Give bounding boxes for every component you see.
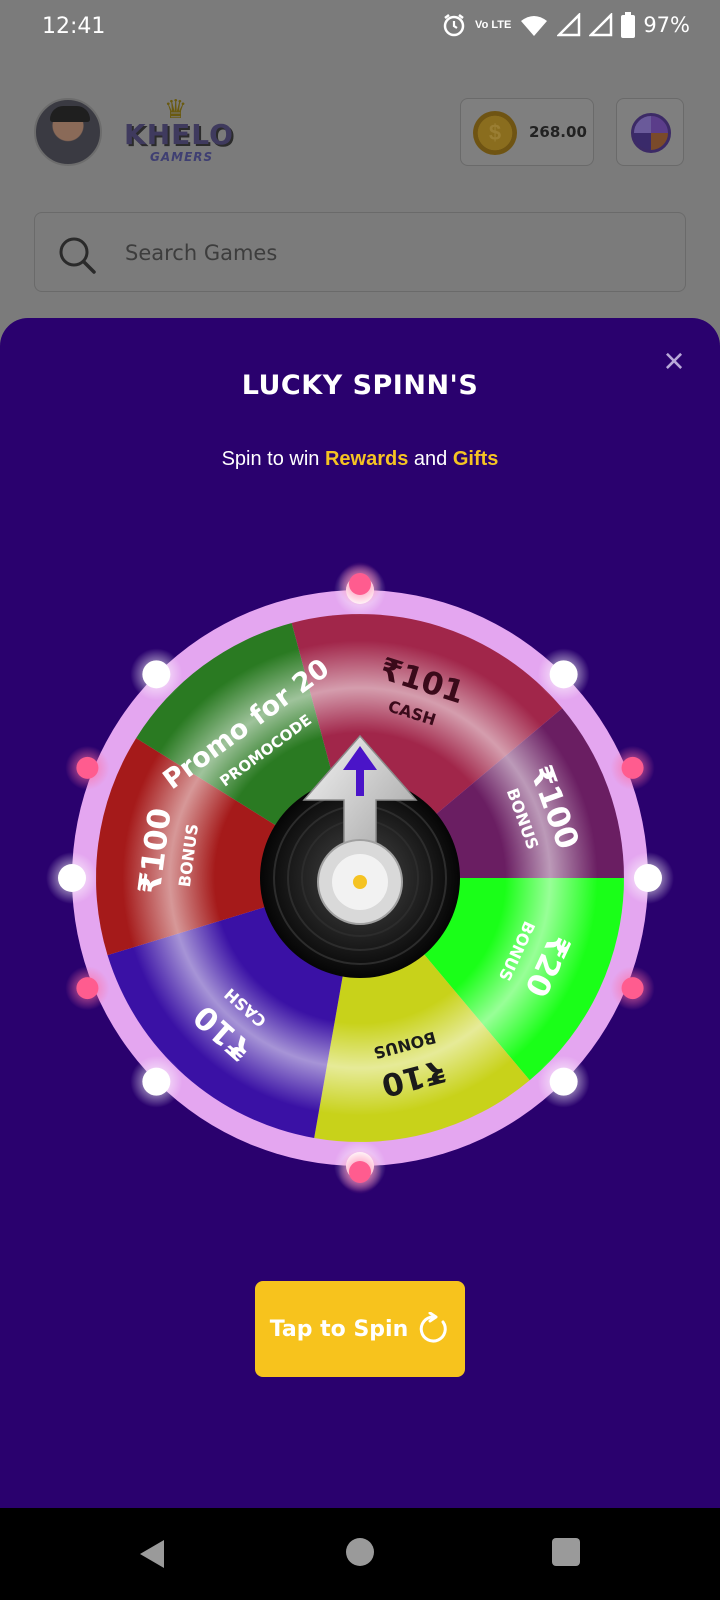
spin-wheel-graphic[interactable]: ₹101CASH₹100BONUS₹20BONUS₹10BONUS₹10CASH… — [0, 548, 720, 1208]
status-bar: 12:41 Vo LTE 97% — [0, 0, 720, 56]
refresh-icon — [420, 1312, 447, 1343]
tap-to-spin-button[interactable]: Tap to Spin — [255, 1281, 465, 1377]
pink-bulb — [349, 573, 371, 595]
coin-balance[interactable]: $ 268.00 — [460, 98, 594, 166]
back-icon[interactable] — [136, 1538, 168, 1570]
brand-sub: GAMERS — [150, 150, 214, 164]
sheet-title: LUCKY SPINN'S — [241, 370, 479, 401]
system-nav-bar — [0, 1508, 720, 1600]
brand-name: KHELO — [124, 118, 234, 151]
network-type-label: Vo LTE — [475, 18, 512, 31]
wheel-bulb — [549, 660, 578, 689]
battery-icon — [621, 12, 636, 38]
wheel-bulb — [58, 864, 86, 892]
pink-bulb — [76, 756, 99, 779]
search-input[interactable]: Search Games — [34, 212, 686, 292]
coin-value: 268.00 — [529, 123, 587, 141]
wheel-bulb — [634, 864, 662, 892]
signal-icon — [557, 13, 581, 37]
alarm-icon — [443, 14, 465, 37]
subtitle-rewards: Rewards — [324, 448, 409, 470]
tap-to-spin-label: Tap to Spin — [269, 1316, 409, 1342]
sheet-subtitle: Spin to win Rewards and Gifts — [0, 448, 720, 471]
subtitle-and: and — [413, 448, 448, 470]
wheel-bulb — [142, 660, 171, 689]
status-icons: Vo LTE 97% — [441, 12, 690, 38]
search-placeholder: Search Games — [125, 241, 278, 265]
spin-wheel-button[interactable] — [616, 98, 684, 166]
pink-bulb — [621, 756, 644, 779]
status-time: 12:41 — [42, 14, 106, 39]
subtitle-prefix: Spin to win — [221, 448, 320, 470]
pink-bulb — [76, 977, 99, 1000]
lucky-spin-sheet: × LUCKY SPINN'S Spin to win Rewards and … — [0, 318, 720, 1508]
signal-icon-2 — [589, 13, 613, 37]
pink-bulb — [349, 1161, 371, 1183]
home-icon[interactable] — [346, 1538, 374, 1566]
avatar[interactable] — [34, 98, 102, 166]
battery-percent: 97% — [643, 13, 690, 37]
spin-wheel-icon — [631, 113, 671, 153]
brand-logo: ♛ KHELO GAMERS — [124, 96, 244, 168]
pointer-dot — [353, 875, 367, 889]
wheel-bulb — [142, 1067, 171, 1096]
subtitle-gifts: Gifts — [452, 448, 499, 470]
spin-wheel[interactable]: ₹101 CASH ₹100 BONUS ₹20 BONUS ₹10 BONUS ₹10 CASH… — [0, 548, 720, 1208]
pink-bulb — [621, 977, 644, 1000]
wheel-bulb — [549, 1067, 578, 1096]
recents-icon[interactable] — [552, 1538, 580, 1566]
coin-icon: $ — [473, 111, 517, 155]
wifi-icon — [521, 16, 548, 36]
app-header-area: ♛ KHELO GAMERS $ 268.00 Search Games — [0, 56, 720, 356]
search-icon — [59, 237, 96, 274]
